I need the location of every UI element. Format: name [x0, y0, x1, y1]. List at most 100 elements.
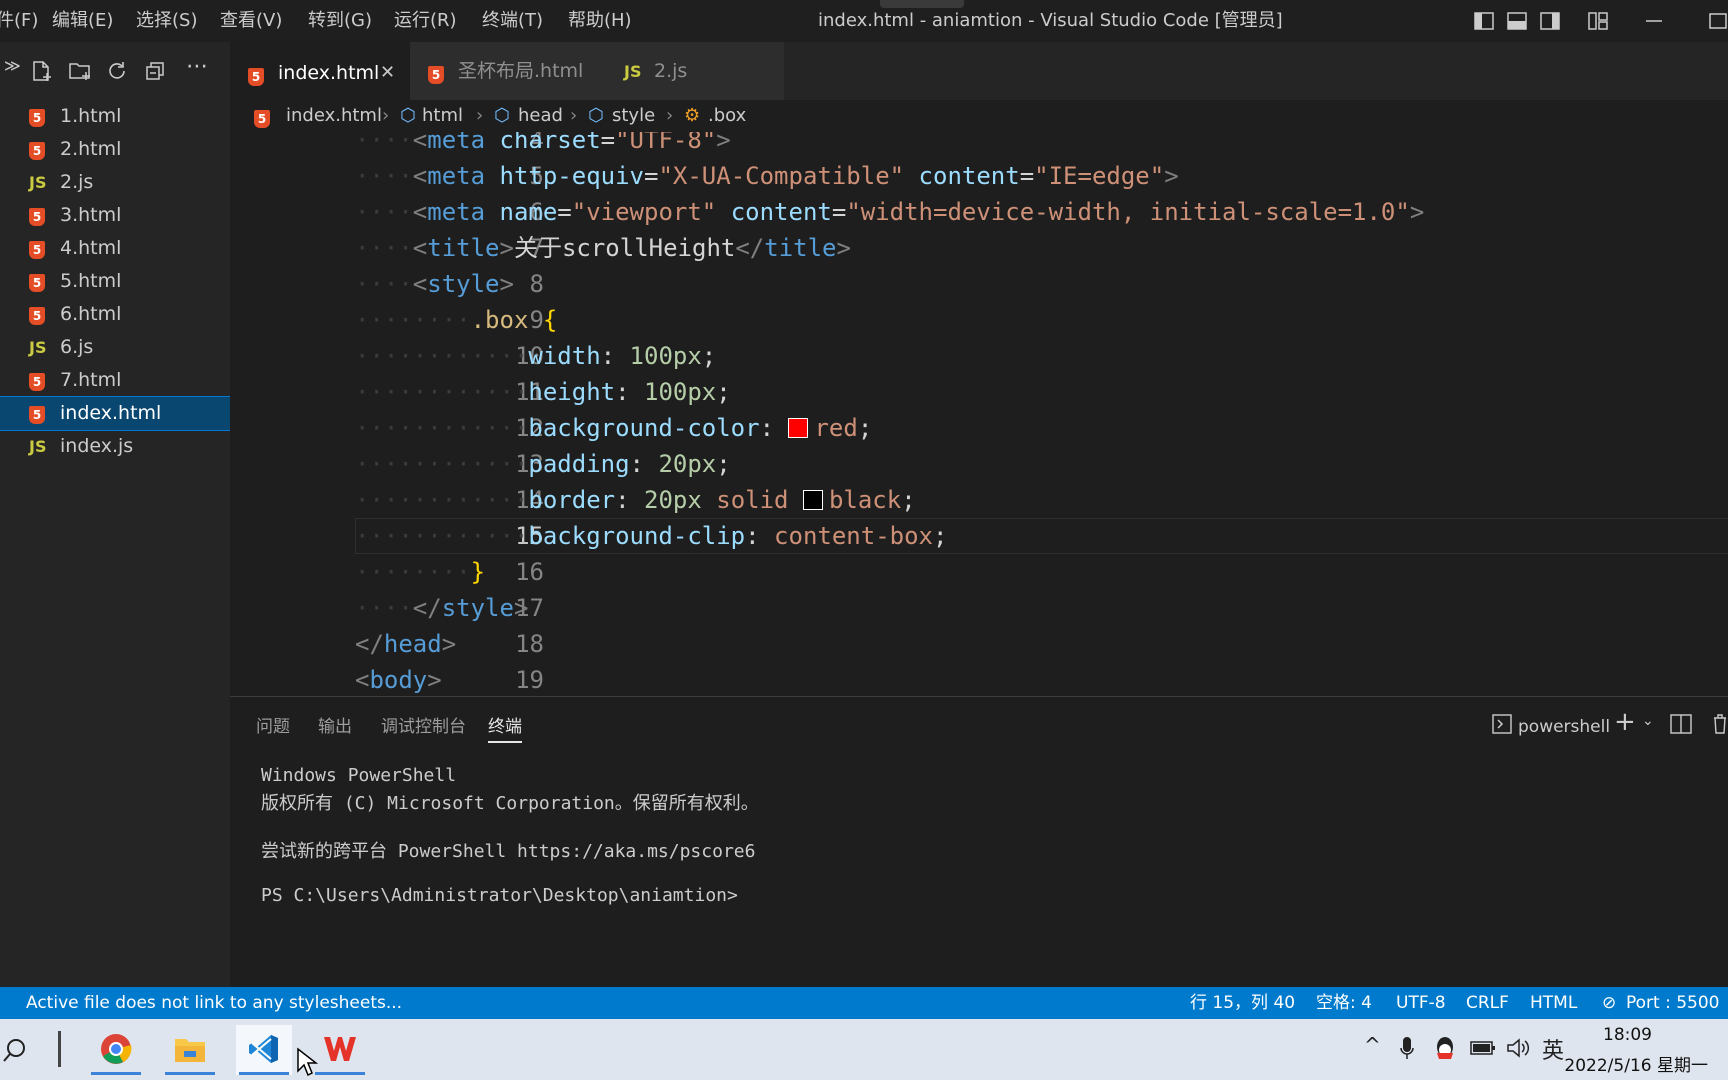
qq-icon[interactable]	[1432, 1035, 1458, 1061]
code-line[interactable]: 16 ········}	[230, 554, 1728, 590]
terminal-shell-name[interactable]: powershell	[1518, 713, 1610, 741]
breadcrumb-item-html[interactable]: html	[422, 100, 463, 132]
taskbar-time[interactable]: 18:09	[1603, 1025, 1652, 1045]
code-line[interactable]: 7 ····<title>关于scrollHeight</title>	[230, 230, 1728, 266]
minimize-icon[interactable]	[1644, 12, 1664, 30]
code-token: }	[470, 558, 486, 586]
menu-item[interactable]: 转到(G)	[308, 0, 372, 42]
code-token: background-color	[528, 414, 760, 442]
close-icon[interactable]: ✕	[380, 44, 395, 102]
code-token: width	[528, 342, 601, 370]
volume-icon[interactable]	[1506, 1037, 1530, 1059]
code-line[interactable]: 13 ············padding: 20px;	[230, 446, 1728, 482]
menu-item[interactable]: 查看(V)	[220, 0, 282, 42]
code-line[interactable]: 17 ····</style>	[230, 590, 1728, 626]
editor-tab[interactable]: JS 2.js	[606, 42, 784, 100]
file-item[interactable]: JS 2.js	[0, 166, 230, 199]
battery-icon[interactable]	[1470, 1039, 1496, 1057]
file-explorer-app[interactable]	[162, 1025, 218, 1075]
new-folder-icon[interactable]	[68, 60, 92, 82]
file-item[interactable]: 5 4.html	[0, 232, 230, 265]
new-terminal-icon[interactable]: +	[1614, 707, 1636, 737]
breadcrumb-item-file[interactable]: index.html	[286, 100, 382, 132]
status-live-server-port[interactable]: Port : 5500	[1626, 987, 1720, 1019]
code-line[interactable]: 11 ············height: 100px;	[230, 374, 1728, 410]
color-swatch[interactable]	[802, 490, 823, 510]
code-token: >	[716, 132, 731, 154]
chevron-down-icon[interactable]: ⌄	[1642, 713, 1654, 729]
code-line[interactable]: 10 ············width: 100px;	[230, 338, 1728, 374]
wps-app[interactable]	[312, 1025, 368, 1075]
code-line[interactable]: 18 </head>	[230, 626, 1728, 662]
wps-icon	[324, 1037, 356, 1061]
code-line[interactable]: 14 ············border: 20px solid black;	[230, 482, 1728, 518]
drag-handle[interactable]	[880, 0, 964, 8]
file-item[interactable]: JS index.js	[0, 430, 230, 463]
menu-item[interactable]: 件(F)	[0, 0, 38, 42]
panel-tab[interactable]: 输出	[318, 713, 352, 741]
status-language[interactable]: HTML	[1530, 987, 1577, 1019]
breadcrumb-item-head[interactable]: head	[518, 100, 563, 132]
new-file-icon[interactable]	[30, 60, 52, 82]
code-line[interactable]: 5 ····<meta http-equiv="X-UA-Compatible" …	[230, 158, 1728, 194]
breadcrumb-item-style[interactable]: style	[612, 100, 655, 132]
code-line[interactable]: 4 ····<meta charset="UTF-8">	[230, 132, 1728, 158]
file-item[interactable]: JS 6.js	[0, 331, 230, 364]
code-token: http-equiv	[499, 162, 645, 190]
status-cursor-position[interactable]: 行 15，列 40	[1190, 987, 1295, 1019]
code-token: ;	[716, 378, 731, 406]
search-icon[interactable]	[2, 1037, 28, 1063]
code-token: :	[600, 342, 630, 370]
file-item[interactable]: 5 2.html	[0, 133, 230, 166]
status-eol[interactable]: CRLF	[1466, 987, 1509, 1019]
chrome-app[interactable]	[88, 1025, 144, 1075]
panel-tab[interactable]: 问题	[256, 713, 290, 741]
ime-indicator[interactable]: 英	[1542, 1033, 1564, 1065]
menu-item[interactable]: 编辑(E)	[52, 0, 113, 42]
split-terminal-icon[interactable]	[1670, 714, 1692, 734]
taskbar-date[interactable]: 2022/5/16 星期一	[1564, 1051, 1708, 1076]
file-item[interactable]: 5 7.html	[0, 364, 230, 397]
code-editor[interactable]: 4 ····<meta charset="UTF-8"> 5 ····<meta ht…	[230, 132, 1728, 696]
code-line[interactable]: 9 ········.box {	[230, 302, 1728, 338]
code-line[interactable]: 8 ····<style>	[230, 266, 1728, 302]
menu-item[interactable]: 终端(T)	[482, 0, 543, 42]
toggle-panel-icon[interactable]	[1507, 12, 1527, 30]
code-line[interactable]: 15 ············background-clip: content-b…	[230, 518, 1728, 554]
toggle-secondary-sidebar-icon[interactable]	[1540, 12, 1560, 30]
more-actions-icon[interactable]: ⋯	[186, 54, 208, 79]
menu-item[interactable]: 选择(S)	[136, 0, 197, 42]
code-line[interactable]: 6 ····<meta name="viewport" content="widt…	[230, 194, 1728, 230]
editor-tab[interactable]: 5 圣杯布局.html	[410, 42, 606, 100]
code-token: =	[557, 198, 572, 226]
maximize-icon[interactable]	[1708, 12, 1728, 30]
menu-item[interactable]: 运行(R)	[394, 0, 457, 42]
code-token: >	[427, 666, 442, 694]
explorer-collapse-icon[interactable]: ≫	[4, 56, 21, 75]
collapse-folders-icon[interactable]	[144, 60, 166, 82]
file-item[interactable]: 5 index.html	[0, 396, 231, 431]
refresh-icon[interactable]	[106, 60, 128, 82]
editor-tab[interactable]: 5 index.html ✕	[230, 42, 410, 102]
panel-tab[interactable]: 终端	[488, 713, 522, 743]
file-item[interactable]: 5 6.html	[0, 298, 230, 331]
code-line[interactable]: 12 ············background-color: red;	[230, 410, 1728, 446]
vscode-app[interactable]	[236, 1025, 292, 1075]
code-line[interactable]: 19 <body>	[230, 662, 1728, 696]
panel-tab[interactable]: 调试控制台	[381, 713, 466, 741]
task-view-icon[interactable]	[58, 1031, 61, 1067]
menu-item[interactable]: 帮助(H)	[568, 0, 632, 42]
toggle-sidebar-icon[interactable]	[1474, 12, 1494, 30]
file-item[interactable]: 5 1.html	[0, 100, 230, 133]
file-item[interactable]: 5 3.html	[0, 199, 230, 232]
trash-icon[interactable]	[1712, 713, 1728, 735]
show-hidden-icons-icon[interactable]: ^	[1364, 1033, 1381, 1057]
status-message[interactable]: Active file does not link to any stylesh…	[26, 987, 402, 1019]
file-item[interactable]: 5 5.html	[0, 265, 230, 298]
breadcrumb-item-selector[interactable]: .box	[708, 100, 746, 132]
customize-layout-icon[interactable]	[1588, 12, 1608, 30]
color-swatch[interactable]	[788, 418, 809, 438]
status-encoding[interactable]: UTF-8	[1396, 987, 1446, 1019]
status-indentation[interactable]: 空格: 4	[1316, 987, 1372, 1019]
microphone-icon[interactable]	[1400, 1035, 1414, 1061]
